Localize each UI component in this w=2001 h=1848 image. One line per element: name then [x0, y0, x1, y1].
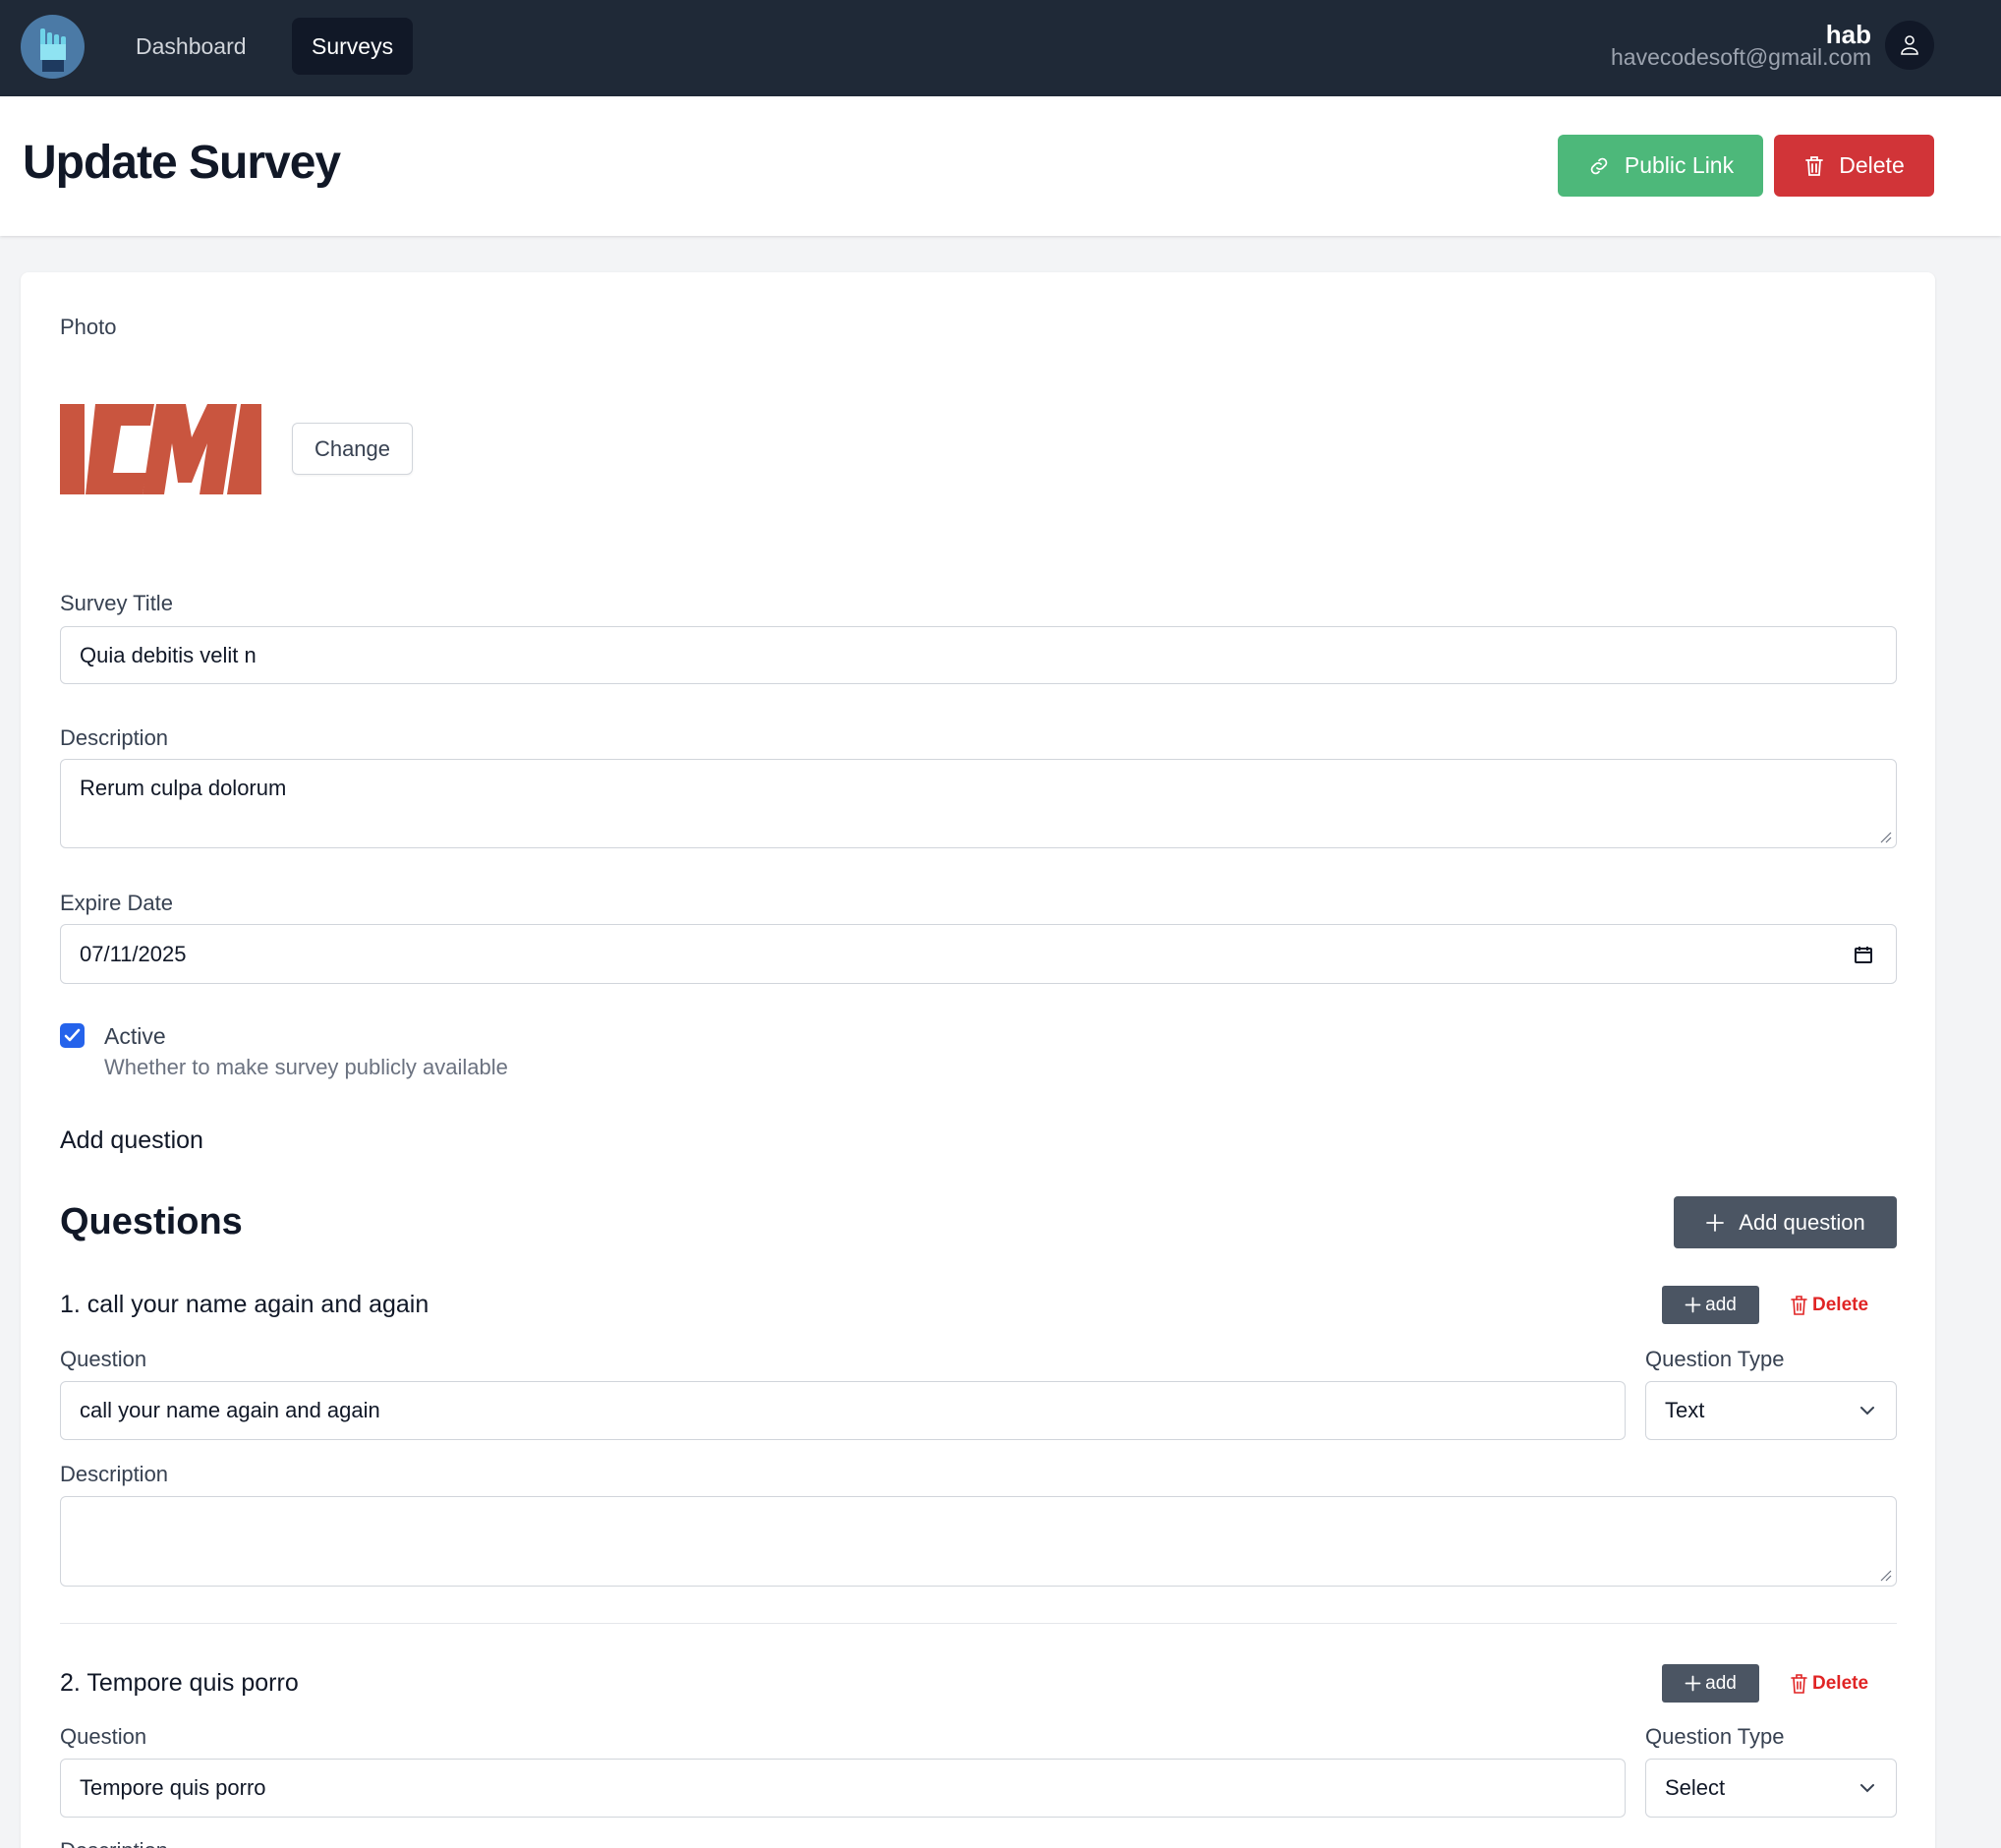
page-header: Update Survey Public Link Delete [0, 96, 2001, 236]
expire-date-label: Expire Date [60, 891, 173, 915]
active-label: Active [104, 1023, 166, 1049]
delete-label: Delete [1839, 152, 1905, 178]
question-2-delete-button[interactable]: Delete [1790, 1664, 1868, 1703]
survey-title-input[interactable]: Quia debitis velit n [60, 626, 1897, 684]
delete-survey-button[interactable]: Delete [1774, 135, 1934, 197]
question-1-description-label: Description [60, 1462, 169, 1486]
expire-date-value: 07/11/2025 [80, 941, 187, 966]
question-1-question-value: call your name again and again [80, 1398, 380, 1422]
public-link-label: Public Link [1624, 152, 1735, 178]
question-2-delete-label: Delete [1812, 1672, 1869, 1694]
question-2-question-value: Tempore quis porro [80, 1775, 266, 1800]
question-2-type-value: Select [1665, 1775, 1726, 1800]
question-1-question-label: Question [60, 1347, 147, 1371]
question-2-question-label: Question [60, 1724, 147, 1749]
trash-icon [1791, 1295, 1807, 1315]
trash-icon [1805, 155, 1824, 176]
chevron-down-icon [1860, 1784, 1874, 1793]
hand-logo-icon [40, 29, 66, 72]
question-1-type-label: Question Type [1645, 1347, 1785, 1371]
calendar-icon[interactable] [1854, 945, 1873, 964]
resize-grip-icon[interactable] [1878, 830, 1892, 843]
user-email: havecodesoft@gmail.com [1611, 44, 1871, 70]
question-1-description-textarea[interactable] [60, 1496, 1897, 1587]
question-1-type-select[interactable]: Text [1645, 1381, 1897, 1440]
user-avatar-button[interactable] [1885, 21, 1934, 70]
trash-icon [1791, 1673, 1807, 1694]
chevron-down-icon [1860, 1407, 1874, 1415]
app-logo[interactable] [21, 15, 85, 79]
plus-icon [1685, 1297, 1701, 1313]
survey-title-value: Quia debitis velit n [80, 642, 257, 667]
question-1-add-label: add [1705, 1294, 1737, 1315]
question-2-question-input[interactable]: Tempore quis porro [60, 1759, 1626, 1818]
survey-form-card: Photo Change Survey Title Quia debitis v… [21, 272, 1935, 1848]
link-icon [1590, 157, 1608, 174]
question-1-question-input[interactable]: call your name again and again [60, 1381, 1626, 1440]
description-value: Rerum culpa dolorum [80, 776, 287, 800]
resize-grip-icon[interactable] [1878, 1568, 1892, 1582]
nav-surveys-link[interactable]: Surveys [292, 18, 414, 75]
add-question-text: Add question [60, 1126, 203, 1154]
nav-dashboard-link[interactable]: Dashboard [116, 18, 266, 75]
question-1-add-button[interactable]: add [1662, 1286, 1759, 1324]
questions-title: Questions [60, 1201, 243, 1242]
add-question-label: Add question [1739, 1209, 1865, 1235]
expire-date-input[interactable]: 07/11/2025 [60, 924, 1897, 984]
plus-icon [1706, 1213, 1725, 1232]
question-2-add-label: add [1705, 1672, 1737, 1694]
question-1-delete-button[interactable]: Delete [1790, 1286, 1868, 1324]
description-textarea[interactable]: Rerum culpa dolorum [60, 759, 1897, 848]
user-icon [1901, 35, 1918, 55]
question-divider [60, 1623, 1897, 1624]
question-2-type-label: Question Type [1645, 1724, 1785, 1749]
survey-title-label: Survey Title [60, 591, 173, 615]
public-link-button[interactable]: Public Link [1558, 135, 1763, 197]
add-question-button[interactable]: Add question [1674, 1196, 1897, 1248]
question-1-heading: 1. call your name again and again [60, 1291, 429, 1318]
survey-photo-image [60, 404, 261, 494]
page-title: Update Survey [23, 137, 341, 189]
active-help-text: Whether to make survey publicly availabl… [104, 1055, 508, 1079]
photo-label: Photo [60, 315, 117, 339]
top-navbar: Dashboard Surveys hab havecodesoft@gmail… [0, 0, 2001, 96]
change-photo-button[interactable]: Change [292, 423, 413, 475]
question-2-type-select[interactable]: Select [1645, 1759, 1897, 1818]
question-2-description-label: Description [60, 1838, 168, 1848]
plus-icon [1685, 1675, 1701, 1692]
active-checkbox[interactable] [60, 1023, 85, 1048]
description-label: Description [60, 725, 169, 750]
checkmark-icon [64, 1028, 81, 1042]
question-2-heading: 2. Tempore quis porro [60, 1669, 299, 1697]
question-1-type-value: Text [1665, 1398, 1705, 1422]
question-1-delete-label: Delete [1812, 1294, 1869, 1315]
question-2-add-button[interactable]: add [1662, 1664, 1759, 1703]
